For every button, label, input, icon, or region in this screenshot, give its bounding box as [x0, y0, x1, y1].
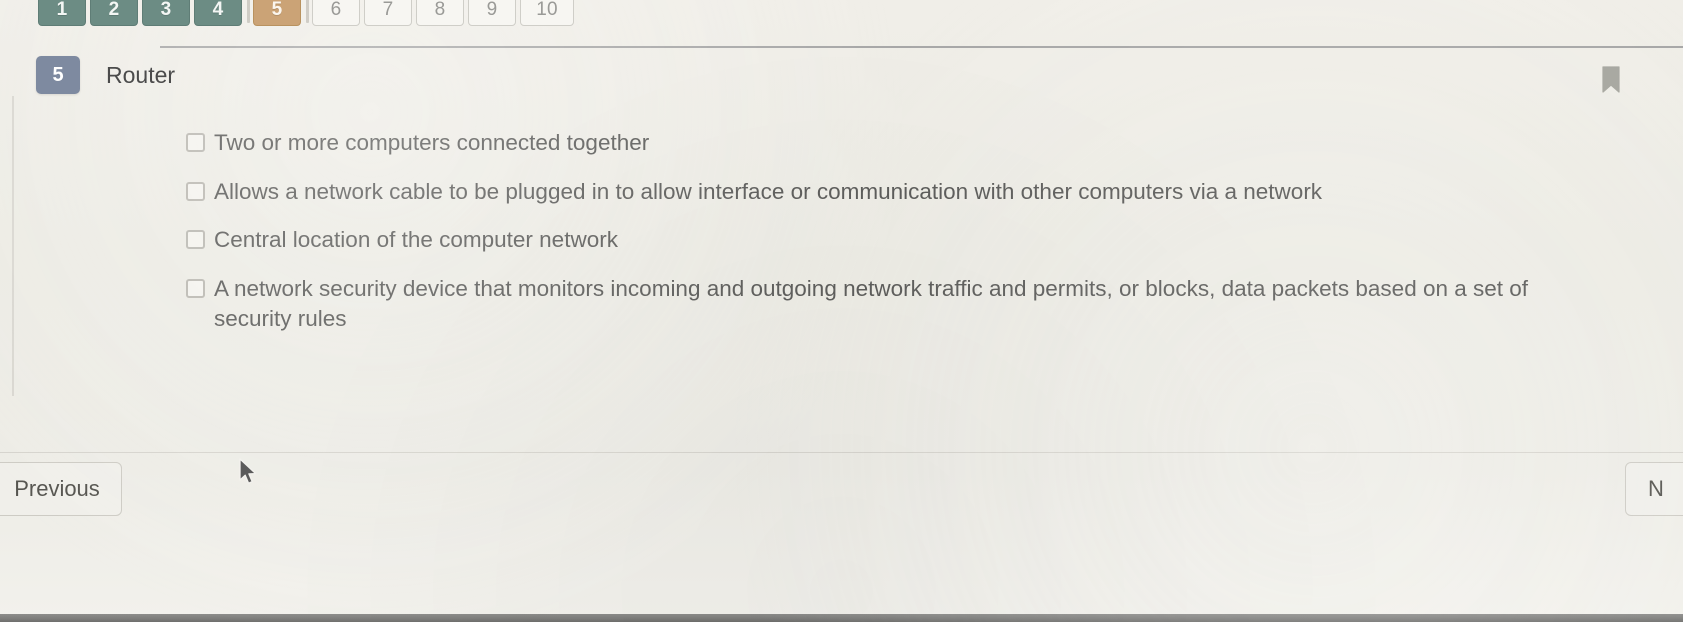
answer-option-label: Allows a network cable to be plugged in … [214, 178, 1323, 204]
pagination-item-6[interactable]: 6 [312, 0, 360, 26]
pagination-item-7[interactable]: 7 [364, 0, 412, 26]
pagination-label: 5 [271, 0, 283, 20]
pagination-item-2[interactable]: 2 [90, 0, 138, 26]
pagination-label: 6 [330, 0, 342, 20]
pagination-label: 3 [160, 0, 172, 20]
question-number-badge: 5 [36, 56, 80, 94]
pagination-item-5[interactable]: 5 [253, 0, 301, 26]
previous-button-label: Previous [14, 476, 100, 501]
checkbox-icon[interactable] [186, 279, 205, 299]
mouse-pointer-icon [238, 458, 260, 488]
answer-option[interactable]: Central location of the computer network [186, 225, 1573, 255]
previous-button[interactable]: Previous [0, 462, 122, 516]
pagination-label: 7 [382, 0, 394, 20]
pagination-item-3[interactable]: 3 [142, 0, 190, 26]
pagination-label: 4 [212, 0, 224, 20]
pagination-item-8[interactable]: 8 [416, 0, 464, 26]
quiz-screen: 1 2 3 4 5 6 7 8 9 10 5 Router Two or mor… [0, 0, 1683, 622]
pagination-item-1[interactable]: 1 [38, 0, 86, 26]
answer-option-label: Central location of the computer network [214, 227, 618, 253]
footer-divider [0, 452, 1683, 453]
next-button-label: N [1648, 476, 1664, 501]
question-number: 5 [52, 63, 64, 86]
pagination-label: 8 [434, 0, 446, 20]
answer-option[interactable]: A network security device that monitors … [186, 274, 1573, 333]
pagination-item-4[interactable]: 4 [194, 0, 242, 26]
pagination-item-9[interactable]: 9 [468, 0, 516, 26]
header-divider [160, 46, 1683, 48]
pagination-label: 1 [56, 0, 68, 20]
pagination-divider-right [306, 0, 309, 23]
answer-options: Two or more computers connected together… [186, 128, 1573, 352]
bookmark-icon[interactable] [1601, 66, 1621, 94]
pagination-divider-left [247, 0, 250, 23]
pagination-item-10[interactable]: 10 [520, 0, 574, 26]
bottom-bar [0, 614, 1683, 622]
answer-option-label: Two or more computers connected together [214, 130, 650, 155]
pagination-label: 9 [486, 0, 498, 20]
answer-option[interactable]: Allows a network cable to be plugged in … [186, 177, 1573, 207]
checkbox-icon[interactable] [186, 133, 205, 152]
answer-option-label: A network security device that monitors … [214, 276, 1529, 331]
pagination-label: 2 [108, 0, 120, 20]
left-rail [12, 96, 14, 396]
question-header: 5 Router [36, 56, 175, 94]
question-title: Router [106, 61, 176, 88]
pagination-label: 10 [536, 0, 558, 20]
question-pagination: 1 2 3 4 5 6 7 8 9 10 [38, 0, 578, 26]
next-button[interactable]: N [1625, 462, 1683, 516]
checkbox-icon[interactable] [186, 181, 205, 201]
answer-option[interactable]: Two or more computers connected together [186, 128, 1573, 158]
checkbox-icon[interactable] [186, 230, 205, 250]
